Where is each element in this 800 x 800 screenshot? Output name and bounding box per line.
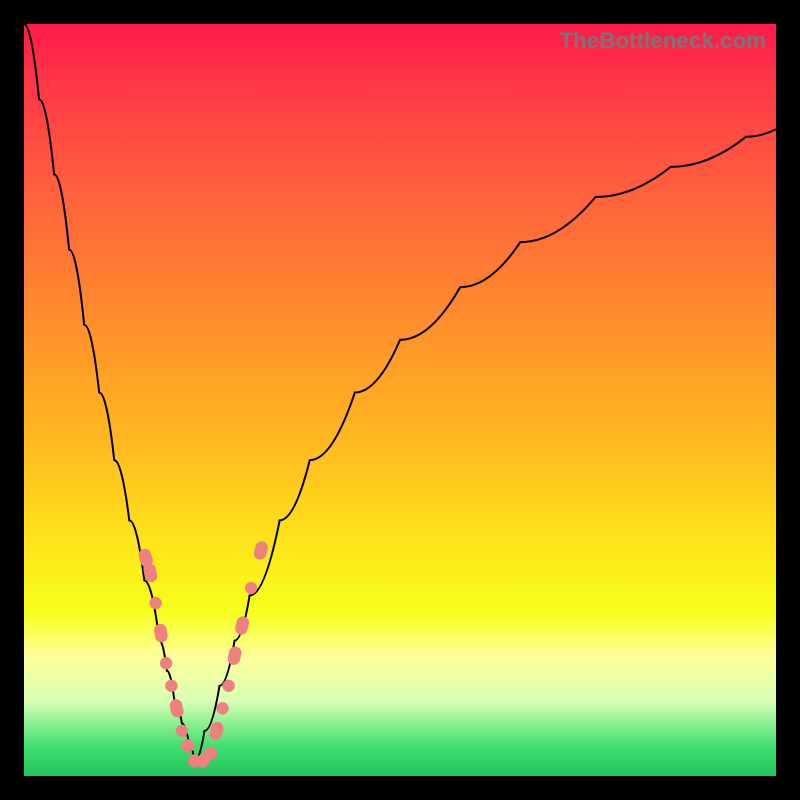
marker-dot — [223, 680, 235, 692]
curve-right-branch — [195, 129, 776, 761]
curve-group — [24, 24, 776, 761]
marker-capsule — [153, 623, 168, 643]
marker-dot — [204, 747, 217, 760]
marker-dot — [181, 739, 194, 752]
marker-capsule — [234, 615, 250, 635]
curve-left-branch — [24, 24, 195, 761]
marker-capsule — [253, 540, 269, 560]
plot-area: TheBottleneck.com — [24, 24, 776, 776]
marker-capsule — [169, 698, 185, 718]
chart-frame: TheBottleneck.com — [0, 0, 800, 800]
marker-dot — [217, 702, 229, 714]
marker-dot — [150, 597, 162, 609]
chart-svg — [24, 24, 776, 776]
marker-capsule — [227, 646, 243, 666]
marker-dot — [160, 657, 172, 669]
marker-dot — [245, 582, 257, 594]
marker-dot — [165, 680, 177, 692]
marker-dot — [176, 725, 188, 737]
